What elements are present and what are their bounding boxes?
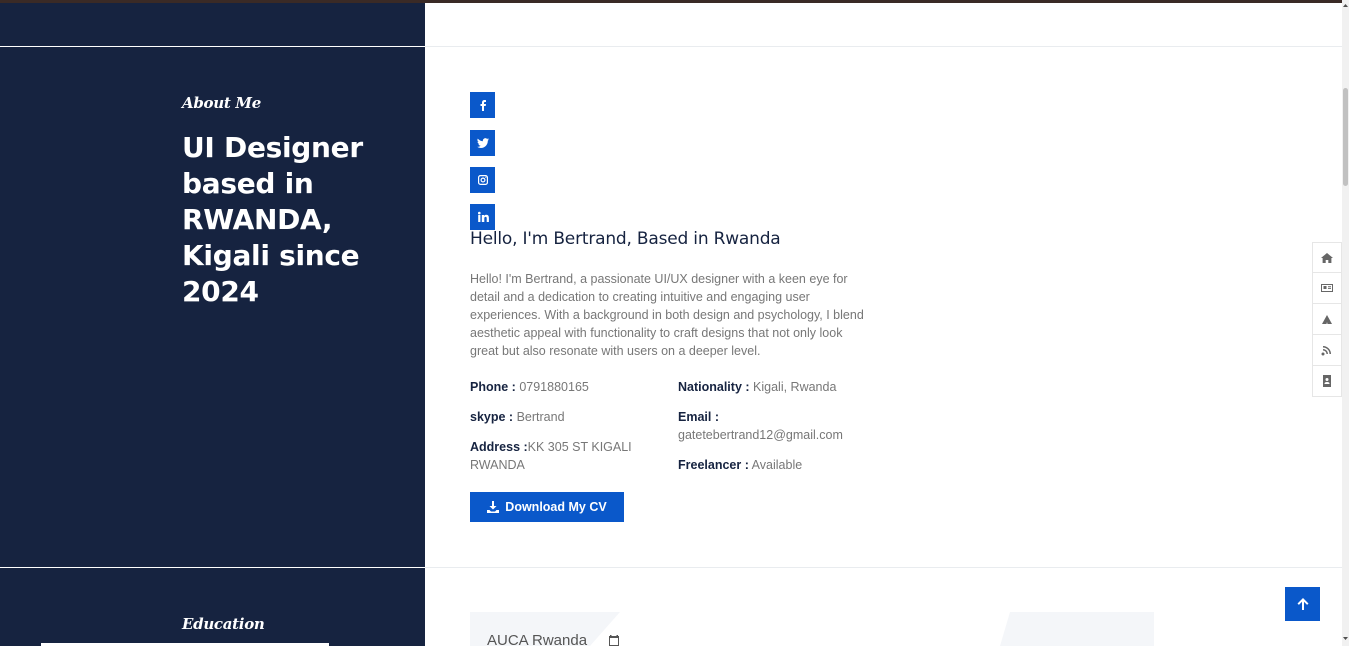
scroll-down-arrow-icon[interactable] (1343, 636, 1348, 641)
side-nav-blog[interactable] (1312, 335, 1342, 366)
nationality-info: Nationality : Kigali, Rwanda (678, 378, 878, 396)
download-icon (487, 501, 500, 513)
linkedin-icon (477, 211, 489, 222)
phone-label: Phone : (470, 380, 516, 394)
skype-info: skype : Bertrand (470, 408, 670, 426)
nationality-label: Nationality : (678, 380, 750, 394)
paper-plane-icon (1322, 315, 1332, 324)
phone-info: Phone : 0791880165 (470, 378, 670, 396)
skype-label: skype : (470, 410, 514, 424)
linkedin-link[interactable] (470, 204, 495, 230)
scrollbar-thumb[interactable] (1343, 88, 1348, 186)
freelancer-value: Available (751, 458, 803, 472)
email-label: Email : (678, 410, 719, 424)
about-kicker: About Me (182, 94, 261, 112)
card-decor-shape (590, 612, 1010, 646)
twitter-link[interactable] (470, 130, 495, 156)
side-nav (1312, 242, 1342, 397)
divider (0, 567, 425, 568)
profile-bio: Hello! I'm Bertrand, a passionate UI/UX … (470, 272, 864, 358)
side-nav-services[interactable] (1312, 304, 1342, 335)
instagram-link[interactable] (470, 167, 495, 193)
instagram-icon (477, 175, 488, 185)
id-card-icon (1321, 284, 1333, 292)
profile-heading: Hello, I'm Bertrand, Based in Rwanda (470, 229, 781, 249)
facebook-link[interactable] (470, 92, 495, 118)
download-cv-button[interactable]: Download My CV (470, 492, 624, 522)
side-nav-about[interactable] (1312, 273, 1342, 304)
phone-value: 0791880165 (519, 380, 589, 394)
address-info: Address :KK 305 ST KIGALI RWANDA (470, 438, 650, 474)
scroll-up-arrow-icon[interactable] (1343, 3, 1348, 8)
arrow-up-icon (1297, 598, 1308, 610)
freelancer-label: Freelancer : (678, 458, 749, 472)
email-info: Email : gatetebertrand12@gmail.com (678, 408, 868, 444)
side-nav-contact[interactable] (1312, 366, 1342, 397)
education-card-title: AUCA Rwanda (487, 632, 588, 646)
home-icon (1321, 252, 1333, 263)
divider (0, 46, 425, 47)
address-label: Address : (470, 440, 528, 454)
email-value: gatetebertrand12@gmail.com (678, 428, 843, 442)
freelancer-info: Freelancer : Available (678, 456, 878, 474)
side-nav-home[interactable] (1312, 242, 1342, 273)
divider (425, 567, 1342, 568)
calendar-icon (609, 635, 619, 646)
scroll-to-top-button[interactable] (1285, 587, 1320, 621)
twitter-icon (476, 138, 489, 148)
nationality-value: Kigali, Rwanda (753, 380, 837, 394)
education-card: AUCA Rwanda (470, 612, 1154, 646)
education-kicker: Education (182, 615, 265, 633)
blog-icon (1321, 346, 1331, 356)
facebook-icon (480, 100, 486, 111)
skype-value: Bertrand (516, 410, 565, 424)
download-cv-label: Download My CV (505, 500, 607, 514)
divider (425, 46, 1342, 47)
about-title: UI Designer based in RWANDA, Kigali sinc… (182, 131, 363, 308)
contact-book-icon (1323, 375, 1331, 387)
